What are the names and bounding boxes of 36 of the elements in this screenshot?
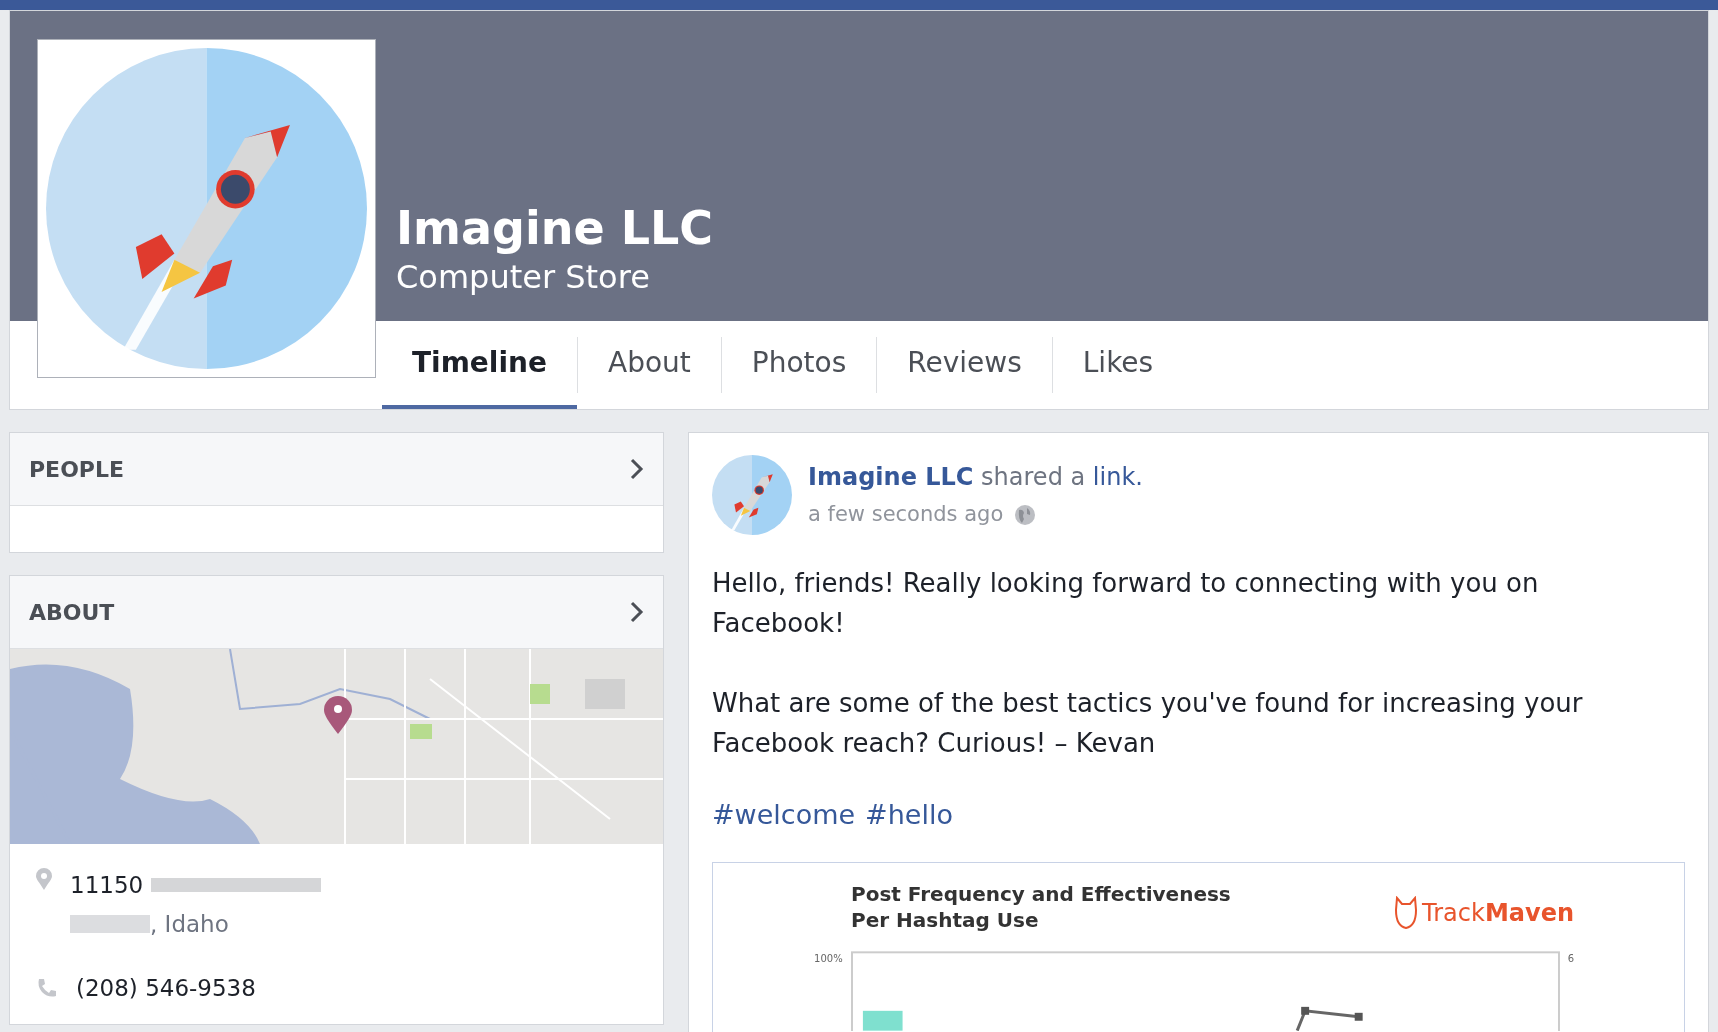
page-category: Computer Store bbox=[396, 257, 651, 297]
address-state: , Idaho bbox=[150, 909, 229, 939]
chart-point bbox=[1354, 1012, 1363, 1021]
link-preview[interactable]: Post Frequency and Effectiveness Per Hashtag Use TrackMaven 100% 6 bbox=[712, 861, 1685, 1032]
tab[interactable]: Likes bbox=[1052, 321, 1184, 409]
axis-tick: 6 bbox=[1567, 951, 1574, 966]
hashtag-link[interactable]: #welcome bbox=[712, 795, 856, 836]
author-link[interactable]: Imagine LLC bbox=[808, 463, 974, 492]
card-header[interactable]: ABOUT bbox=[10, 576, 663, 649]
dog-logo-icon bbox=[1394, 895, 1419, 930]
location-pin-icon bbox=[36, 868, 52, 890]
hashtag-link[interactable]: #hello bbox=[865, 795, 953, 836]
post-text: What are some of the best tactics you've found for increasing your Facebook reach? Curious! – Kevan bbox=[712, 687, 1584, 760]
phone-number: (208) 546-9538 bbox=[76, 974, 256, 1003]
tab[interactable]: Timeline bbox=[382, 321, 577, 409]
tab[interactable]: Photos bbox=[721, 321, 877, 409]
chevron-right-icon[interactable] bbox=[630, 458, 644, 480]
tab[interactable]: Reviews bbox=[877, 321, 1052, 409]
avatar-rocket-icon bbox=[712, 455, 792, 535]
page-name: Imagine LLC bbox=[396, 199, 715, 257]
address-street: 11150 bbox=[70, 871, 144, 900]
chevron-right-icon[interactable] bbox=[630, 601, 644, 623]
brand-name: TrackMaven bbox=[1422, 897, 1574, 929]
chart-title: Post Frequency and Effectiveness Per Hashtag Use bbox=[851, 880, 1232, 933]
card-title: PEOPLE bbox=[29, 455, 125, 484]
tab[interactable]: About bbox=[578, 321, 721, 409]
chart-point bbox=[1300, 1006, 1309, 1015]
post-text: Hello, friends! Really looking forward to connecting with you on Facebook! bbox=[712, 567, 1540, 640]
chart-bar bbox=[862, 1010, 903, 1031]
post-time: a few seconds ago bbox=[808, 501, 1004, 529]
globe-icon bbox=[1015, 505, 1036, 525]
card-title: ABOUT bbox=[29, 598, 115, 627]
card-header[interactable]: PEOPLE bbox=[10, 433, 663, 506]
link[interactable]: link. bbox=[1092, 463, 1143, 492]
post-headline: Imagine LLC shared a link. bbox=[808, 462, 1143, 494]
axis-tick: 100% bbox=[813, 951, 843, 966]
